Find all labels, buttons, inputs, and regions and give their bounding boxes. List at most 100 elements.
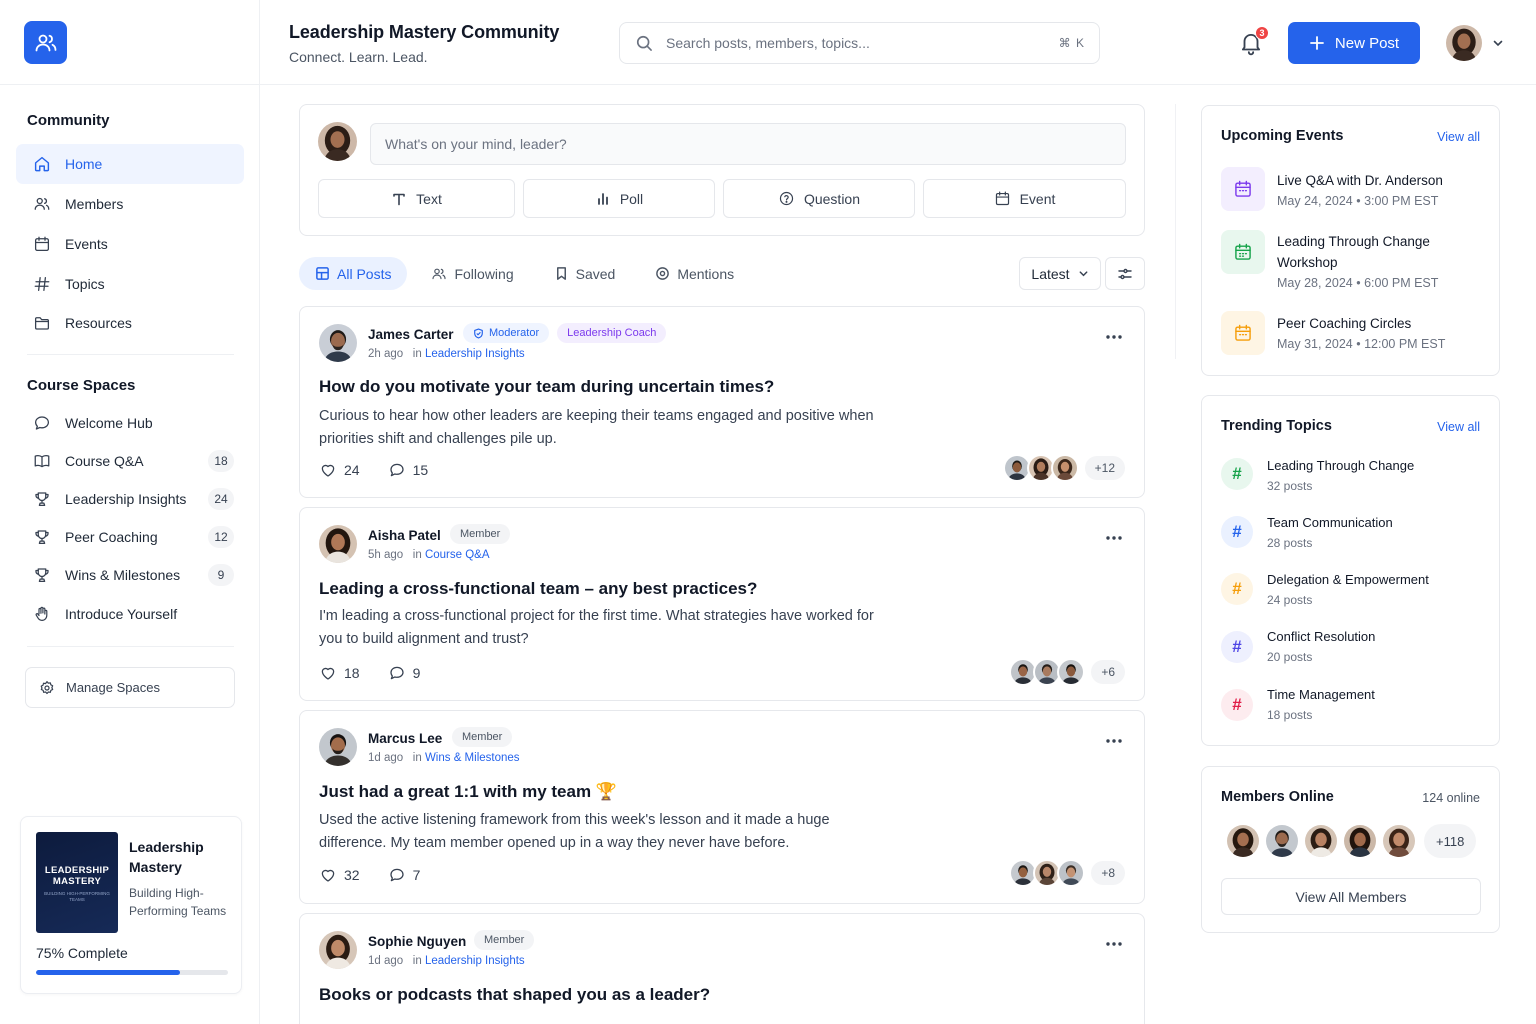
sidebar-item-welcome-hub[interactable]: Welcome Hub xyxy=(16,403,244,443)
users-icon xyxy=(432,268,447,279)
composer-input[interactable] xyxy=(370,123,1126,165)
hash-icon: # xyxy=(1221,458,1253,490)
topic-title[interactable]: Team Communication xyxy=(1267,515,1393,530)
post-title[interactable]: How do you motivate your team during unc… xyxy=(319,377,774,397)
search-input[interactable] xyxy=(666,35,1059,51)
community-logo-icon[interactable] xyxy=(24,21,67,64)
participant-avatars[interactable]: +8 xyxy=(1009,859,1125,887)
composer-poll-button[interactable]: Poll xyxy=(523,179,715,218)
post-space-link[interactable]: Leadership Insights xyxy=(425,348,525,360)
more-options-icon[interactable] xyxy=(1104,530,1124,546)
like-button[interactable]: 18 xyxy=(319,664,360,682)
composer-text-button[interactable]: Text xyxy=(318,179,515,218)
sidebar-item-home[interactable]: Home xyxy=(16,144,244,184)
event-title[interactable]: Peer Coaching Circles xyxy=(1277,313,1477,334)
sidebar-item-events[interactable]: Events xyxy=(16,224,244,264)
event-title[interactable]: Live Q&A with Dr. Anderson xyxy=(1277,170,1477,191)
folder-icon xyxy=(33,314,51,332)
new-post-button[interactable]: New Post xyxy=(1288,22,1420,64)
search-bar[interactable]: ⌘ K xyxy=(619,22,1100,64)
more-options-icon[interactable] xyxy=(1104,733,1124,749)
sidebar-item-resources[interactable]: Resources xyxy=(16,303,244,343)
course-cover: LEADERSHIP MASTERY BUILDING HIGH-PERFORM… xyxy=(36,832,118,933)
events-view-all-link[interactable]: View all xyxy=(1437,130,1480,144)
tab-following[interactable]: Following xyxy=(415,257,529,290)
topic-title[interactable]: Delegation & Empowerment xyxy=(1267,572,1429,587)
post-card[interactable]: Sophie Nguyen Member 1d ago in Leadershi… xyxy=(299,913,1145,1024)
event-title[interactable]: Leading Through Change Workshop xyxy=(1277,231,1477,273)
events-heading: Upcoming Events xyxy=(1221,128,1344,144)
sliders-icon xyxy=(1118,268,1132,279)
event-calendar-icon xyxy=(1221,167,1265,211)
tab-all-posts[interactable]: All Posts xyxy=(299,257,408,290)
author-name[interactable]: Marcus Lee xyxy=(368,731,442,746)
moderator-badge: Moderator xyxy=(463,323,550,343)
like-button[interactable]: 32 xyxy=(319,866,360,884)
topic-count: 28 posts xyxy=(1267,536,1313,550)
participant-avatars[interactable]: +6 xyxy=(1009,658,1125,686)
post-title[interactable]: Books or podcasts that shaped you as a l… xyxy=(319,985,710,1005)
post-card[interactable]: James Carter Moderator Leadership Coach … xyxy=(299,306,1145,498)
sidebar-item-leadership-insights[interactable]: Leadership Insights 24 xyxy=(16,479,244,519)
sidebar-item-members[interactable]: Members xyxy=(16,184,244,224)
sort-dropdown[interactable]: Latest xyxy=(1019,257,1101,290)
author-avatar[interactable] xyxy=(319,728,357,766)
badge-label: Member xyxy=(462,731,503,743)
post-space-link[interactable]: Course Q&A xyxy=(425,549,490,561)
author-avatar[interactable] xyxy=(319,324,357,362)
post-title[interactable]: Just had a great 1:1 with my team 🏆 xyxy=(319,782,617,802)
avatar[interactable] xyxy=(1446,25,1482,61)
tab-mentions[interactable]: Mentions xyxy=(639,257,750,290)
topics-view-all-link[interactable]: View all xyxy=(1437,420,1480,434)
avatar[interactable] xyxy=(1264,823,1300,859)
author-avatar[interactable] xyxy=(319,931,357,969)
sidebar-item-peer-coaching[interactable]: Peer Coaching 12 xyxy=(16,517,244,557)
trophy-icon xyxy=(33,490,51,508)
avatar[interactable] xyxy=(1225,823,1261,859)
comment-button[interactable]: 15 xyxy=(388,461,428,479)
avatar[interactable] xyxy=(1342,823,1378,859)
author-name[interactable]: Aisha Patel xyxy=(368,528,441,543)
tab-saved[interactable]: Saved xyxy=(538,257,632,290)
course-progress-card[interactable]: LEADERSHIP MASTERY BUILDING HIGH-PERFORM… xyxy=(20,816,242,994)
hash-icon: # xyxy=(1221,573,1253,605)
post-space-link[interactable]: Leadership Insights xyxy=(425,955,525,967)
composer-event-button[interactable]: Event xyxy=(923,179,1126,218)
course-progress-fill xyxy=(36,970,180,975)
post-in: in xyxy=(412,549,422,561)
sidebar-item-label: Resources xyxy=(65,315,132,331)
composer-question-button[interactable]: Question xyxy=(723,179,915,218)
course-cover-subtitle: BUILDING HIGH-PERFORMING TEAMS xyxy=(44,891,110,902)
composer-button-label: Poll xyxy=(619,190,644,207)
more-options-icon[interactable] xyxy=(1104,936,1124,952)
post-body: Used the active listening framework from… xyxy=(319,812,830,851)
view-all-members-button[interactable]: View All Members xyxy=(1221,878,1481,915)
topic-title[interactable]: Conflict Resolution xyxy=(1267,629,1375,644)
more-options-icon[interactable] xyxy=(1104,329,1124,345)
sidebar-item-course-qa[interactable]: Course Q&A 18 xyxy=(16,441,244,481)
post-card[interactable]: Aisha Patel Member 5h ago in Course Q&A … xyxy=(299,507,1145,701)
post-card[interactable]: Marcus Lee Member 1d ago in Wins & Miles… xyxy=(299,710,1145,904)
author-name[interactable]: Sophie Nguyen xyxy=(368,934,466,949)
avatar[interactable] xyxy=(1381,823,1417,859)
post-title[interactable]: Leading a cross-functional team – any be… xyxy=(319,579,757,599)
manage-spaces-button[interactable]: Manage Spaces xyxy=(25,667,235,708)
author-name[interactable]: James Carter xyxy=(368,327,454,342)
sidebar-item-introduce-yourself[interactable]: Introduce Yourself xyxy=(16,594,244,634)
more-online-members[interactable]: +118 xyxy=(1424,824,1477,858)
sidebar-item-wins-milestones[interactable]: Wins & Milestones 9 xyxy=(16,555,244,595)
badge-label: Leadership Coach xyxy=(567,327,657,339)
post-space-link[interactable]: Wins & Milestones xyxy=(425,752,520,764)
topic-title[interactable]: Time Management xyxy=(1267,687,1375,702)
like-count: 32 xyxy=(344,867,360,883)
participant-avatars[interactable]: +12 xyxy=(1002,454,1125,482)
filter-button[interactable] xyxy=(1105,257,1145,290)
like-button[interactable]: 24 xyxy=(319,461,360,479)
sidebar-item-topics[interactable]: Topics xyxy=(16,264,244,304)
comment-button[interactable]: 7 xyxy=(388,866,420,884)
user-menu[interactable] xyxy=(1446,25,1504,61)
avatar[interactable] xyxy=(1303,823,1339,859)
author-avatar[interactable] xyxy=(319,525,357,563)
topic-title[interactable]: Leading Through Change xyxy=(1267,458,1414,473)
comment-button[interactable]: 9 xyxy=(388,664,420,682)
